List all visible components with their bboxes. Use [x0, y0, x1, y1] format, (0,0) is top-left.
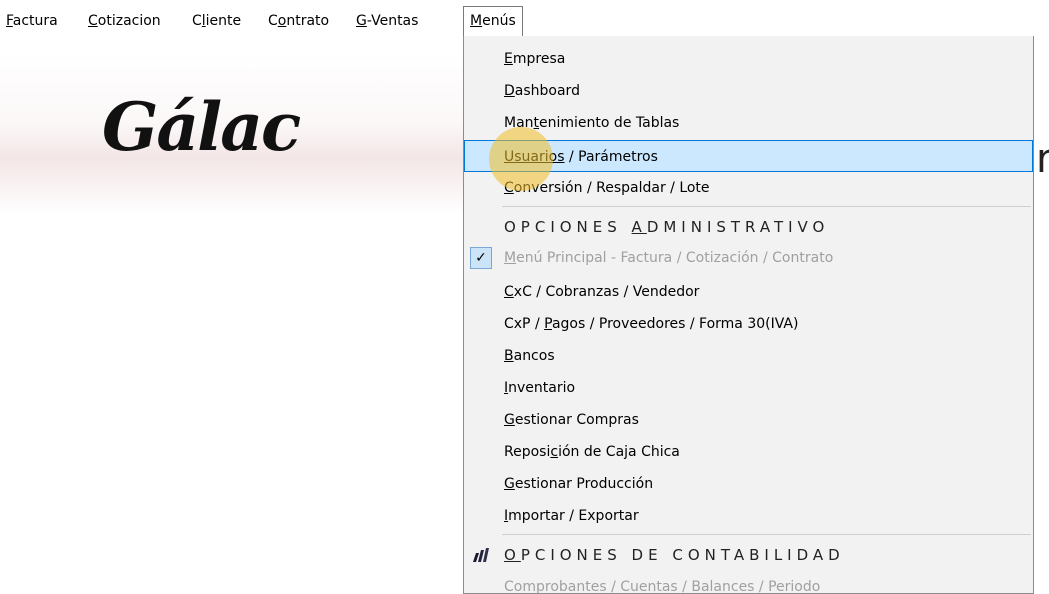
menu-item-dashboard[interactable]: Dashboard: [464, 75, 1033, 107]
menu-section-contabilidad[interactable]: OPCIONES DE CONTABILIDAD: [464, 539, 1033, 571]
galac-logo: Gálac: [102, 88, 301, 166]
menu-item-inventario[interactable]: Inventario: [464, 372, 1033, 404]
menu-cotizacion[interactable]: Cotizacion: [82, 8, 167, 34]
menu-menus[interactable]: Menús: [463, 6, 523, 37]
menu-item-cxp[interactable]: CxP / Pagos / Proveedores / Forma 30(IVA…: [464, 308, 1033, 340]
accounting-bars-icon: [473, 548, 489, 562]
menu-item-caja-chica[interactable]: Reposición de Caja Chica: [464, 436, 1033, 468]
menu-item-cxc[interactable]: CxC / Cobranzas / Vendedor: [464, 276, 1033, 308]
menu-section-administrativo: OPCIONES ADMINISTRATIVO: [504, 218, 830, 236]
menus-dropdown: Empresa Dashboard Mantenimiento de Tabla…: [463, 36, 1034, 594]
menu-item-comprobantes[interactable]: Comprobantes / Cuentas / Balances / Peri…: [464, 571, 1033, 593]
menu-cliente[interactable]: Cliente: [186, 8, 247, 34]
menu-item-conversion[interactable]: Conversión / Respaldar / Lote: [464, 172, 1033, 204]
menu-contrato[interactable]: Contrato: [262, 8, 335, 34]
menu-bar: Factura Cotizacion Cliente Contrato G-Ve…: [0, 0, 1049, 37]
menu-item-gestionar-produccion[interactable]: Gestionar Producción: [464, 468, 1033, 500]
click-cursor-indicator: [489, 127, 553, 191]
menu-item-bancos[interactable]: Bancos: [464, 340, 1033, 372]
menu-item-gestionar-compras[interactable]: Gestionar Compras: [464, 404, 1033, 436]
menu-item-mantenimiento[interactable]: Mantenimiento de Tablas: [464, 107, 1033, 139]
menu-separator: [502, 206, 1031, 207]
menu-item-menu-principal[interactable]: ✓ Menú Principal - Factura / Cotización …: [464, 242, 1033, 274]
menu-factura[interactable]: Factura: [0, 8, 64, 34]
menu-separator: [502, 534, 1031, 535]
check-icon: ✓: [470, 247, 492, 269]
menu-item-empresa[interactable]: Empresa: [464, 43, 1033, 75]
menu-item-importar-exportar[interactable]: Importar / Exportar: [464, 500, 1033, 532]
logo-fragment: r: [1036, 136, 1049, 182]
menu-g-ventas[interactable]: G-Ventas: [350, 8, 424, 34]
